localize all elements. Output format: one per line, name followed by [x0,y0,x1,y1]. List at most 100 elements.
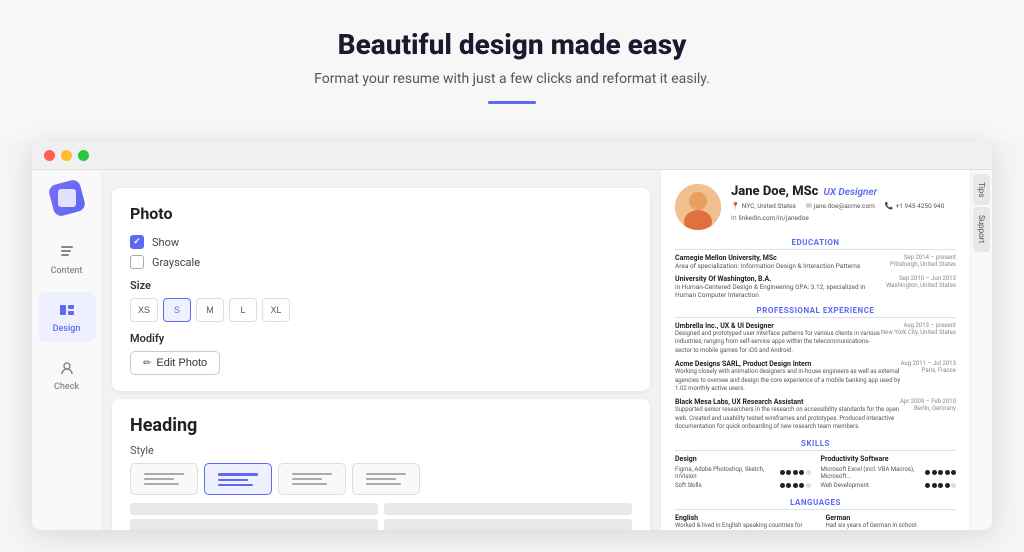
sidebar-item-design[interactable]: Design [38,292,96,342]
skill-dots-r0 [925,470,956,475]
content-icon [57,242,77,262]
heading-card: Heading Style [112,399,650,530]
skill-row-productivity: Microsoft Excel (incl. VBA Macros), Micr… [821,466,957,480]
close-dot[interactable] [44,150,55,161]
exp-entry-1: Acme Designs SARL, Product Design Intern… [675,360,956,393]
size-s[interactable]: S [163,298,191,322]
dot-empty [951,483,956,488]
hero-section: Beautiful design made easy Format your r… [0,0,1024,142]
location-icon: 📍 [731,202,740,210]
sidebar-check-label: Check [54,382,79,392]
heading-title: Heading [130,415,632,436]
size-xs[interactable]: XS [130,298,158,322]
linkedin-icon: in [731,214,737,222]
app-sidebar: Content Design [32,170,102,530]
dot [786,470,791,475]
hero-title: Beautiful design made easy [20,28,1004,61]
right-panel: Tips Support [970,170,992,530]
browser-titlebar [32,142,992,170]
size-l[interactable]: L [229,298,257,322]
resume-contact: 📍 NYC, United States ✉ jane.doe@acme.com… [731,202,956,222]
skill-row-soft: Soft Skills [675,482,811,489]
size-row: XS S M L XL [130,298,632,322]
resume-name: Jane Doe, MSc [731,184,818,199]
dot [951,470,956,475]
style-option-3[interactable] [278,463,346,495]
design-icon [57,300,77,320]
show-checkbox-row[interactable]: ✓ Show [130,235,632,249]
skills-section-title: Skills [675,439,956,451]
style-option-1[interactable] [130,463,198,495]
style-option-2[interactable] [204,463,272,495]
edit-photo-button[interactable]: ✏ Edit Photo [130,351,220,375]
minimize-dot[interactable] [61,150,72,161]
location-item: 📍 NYC, United States [731,202,796,210]
resume-name-block: Jane Doe, MSc UX Designer 📍 NYC, United … [731,184,956,222]
browser-body: Content Design [32,170,992,530]
dot [938,470,943,475]
size-m[interactable]: M [196,298,224,322]
sidebar-content-label: Content [51,266,83,276]
logo-inner [58,189,76,207]
dot [945,470,950,475]
skills-grid: Design Figma, Adobe Photoshop, Sketch, I… [675,455,956,491]
dot [938,483,943,488]
skill-dots-r1 [925,483,956,488]
exp-entry-2: Black Mesa Labs, UX Research Assistant S… [675,398,956,431]
grayscale-label: Grayscale [152,256,200,269]
modify-label: Modify [130,332,632,345]
resume-panel: Jane Doe, MSc UX Designer 📍 NYC, United … [660,170,970,530]
dot [799,483,804,488]
skill-dots-1 [780,483,811,488]
resume-photo [675,184,721,230]
dot [945,483,950,488]
style-label: Style [130,444,632,457]
edu-institution-0: Carnegie Mellon University, MSc [675,254,890,262]
education-section-title: Education [675,238,956,250]
resume-header: Jane Doe, MSc UX Designer 📍 NYC, United … [675,184,956,230]
sidebar-item-content[interactable]: Content [38,234,96,284]
size-xl[interactable]: XL [262,298,290,322]
skill-row-webdev: Web Development [821,482,957,489]
dot [799,470,804,475]
sidebar-design-label: Design [53,324,81,334]
dot [932,483,937,488]
check-icon [57,358,77,378]
size-label: Size [130,279,632,292]
pencil-icon: ✏ [143,358,151,369]
grayscale-checkbox[interactable] [130,255,144,269]
exp-entry-0: Umbrella Inc., UX & UI Designer Designed… [675,322,956,355]
dot [925,470,930,475]
maximize-dot[interactable] [78,150,89,161]
tips-tab[interactable]: Tips [973,174,990,205]
linkedin-item: in linkedin.com/in/janedoe [731,214,809,222]
style-option-4[interactable] [352,463,420,495]
edu-institution-1: University Of Washington, B.A. [675,275,886,283]
resume-job-title: UX Designer [823,187,877,198]
dot [793,483,798,488]
skill-row-design: Figma, Adobe Photoshop, Sketch, InVision [675,466,811,480]
lang-english: English Worked & lived in English speaki… [675,514,806,530]
edu-degree-0: Area of specialization: Information Desi… [675,262,890,270]
dot-empty [806,470,811,475]
dot [793,470,798,475]
edu-entry-0: Carnegie Mellon University, MSc Area of … [675,254,956,270]
support-tab[interactable]: Support [973,207,990,251]
dot [932,470,937,475]
dot [925,483,930,488]
edu-degree-1: in Human-Centered Design & Engineering G… [675,283,886,299]
lang-german: German Had six years of German in school [826,514,957,530]
edit-photo-label: Edit Photo [156,357,207,369]
photo-card: Photo ✓ Show Grayscale Size XS S M L [112,188,650,391]
browser-window: Content Design [32,142,992,530]
photo-title: Photo [130,204,632,223]
sidebar-item-check[interactable]: Check [38,350,96,400]
dot-empty [806,483,811,488]
style-options-row [130,463,632,495]
show-checkbox[interactable]: ✓ [130,235,144,249]
languages-grid: English Worked & lived in English speaki… [675,514,956,530]
dot [786,483,791,488]
dot [780,470,785,475]
grayscale-checkbox-row[interactable]: Grayscale [130,255,632,269]
hero-divider [488,101,536,104]
